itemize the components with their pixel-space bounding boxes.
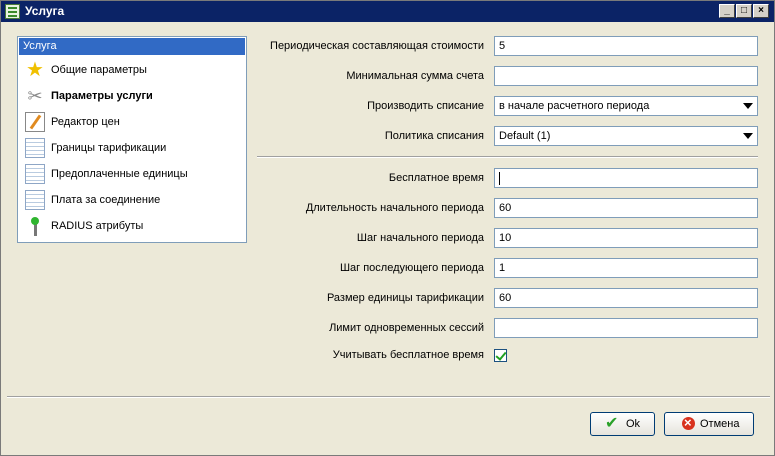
cancel-button[interactable]: Отмена [664,412,754,436]
charge-timing-label: Производить списание [367,100,484,112]
nav-item-label: RADIUS атрибуты [51,220,144,232]
charge-policy-select[interactable]: Default (1) [494,126,758,146]
min-invoice-input[interactable] [494,66,758,86]
window-title: Услуга [25,4,65,18]
cancel-label: Отмена [700,418,740,430]
app-icon [5,4,20,19]
next-step-label: Шаг последующего периода [339,262,484,274]
tools-icon: ✂ [27,86,43,106]
unit-size-label: Размер единицы тарификации [326,292,484,304]
periodic-cost-label: Периодическая составляющая стоимости [270,40,484,52]
nav-item-radius[interactable]: RADIUS атрибуты [22,215,244,239]
initial-duration-label: Длительность начального периода [305,202,484,214]
free-time-input[interactable] [494,168,758,188]
nav-item-price-editor[interactable]: Редактор цен [22,111,244,135]
minimize-button[interactable]: _ [719,4,735,18]
pencil-edit-icon [25,112,45,132]
title-bar[interactable]: Услуга _ □ × [1,1,774,22]
close-button[interactable]: × [753,4,769,18]
chevron-down-icon[interactable] [743,133,753,139]
initial-duration-input[interactable]: 60 [494,198,758,218]
min-invoice-label: Минимальная сумма счета [346,70,484,82]
charge-policy-label: Политика списания [384,130,484,142]
nav-item-label: Редактор цен [51,116,120,128]
form-divider [257,156,758,158]
sheet-icon [25,164,45,184]
nav-item-label: Плата за соединение [51,194,161,206]
antenna-icon [25,216,45,236]
periodic-cost-input[interactable]: 5 [494,36,758,56]
footer-divider [7,396,770,398]
count-free-time-label: Учитывать бесплатное время [332,349,484,361]
sheet-icon [25,138,45,158]
charge-timing-value: в начале расчетного периода [499,100,650,112]
initial-step-input[interactable]: 10 [494,228,758,248]
free-time-label: Бесплатное время [388,172,484,184]
next-step-input[interactable]: 1 [494,258,758,278]
text-cursor [499,172,500,185]
maximize-button[interactable]: □ [736,4,752,18]
charge-policy-value: Default (1) [499,130,551,142]
ok-label: Ok [626,418,641,430]
count-free-time-checkbox[interactable] [494,349,507,362]
session-limit-input[interactable] [494,318,758,338]
unit-size-input[interactable]: 60 [494,288,758,308]
nav-item-general[interactable]: ★ Общие параметры [22,59,244,83]
charge-timing-select[interactable]: в начале расчетного периода [494,96,758,116]
nav-item-label: Параметры услуги [51,90,153,102]
sheet-icon [25,190,45,210]
service-dialog: Услуга _ □ × Услуга ★ Общие параметры ✂ … [0,0,775,456]
nav-item-label: Границы тарификации [51,142,167,154]
nav-item-connection-fee[interactable]: Плата за соединение [22,189,244,213]
nav-item-service-params[interactable]: ✂ Параметры услуги [22,85,244,109]
chevron-down-icon[interactable] [743,103,753,109]
nav-item-label: Предоплаченные единицы [51,168,188,180]
star-icon: ★ [26,59,44,81]
ok-button[interactable]: ✔ Ok [590,412,655,436]
cancel-icon [681,415,697,432]
nav-item-label: Общие параметры [51,64,147,76]
nav-header[interactable]: Услуга [19,38,245,55]
nav-item-prepaid-units[interactable]: Предоплаченные единицы [22,163,244,187]
session-limit-label: Лимит одновременных сессий [329,322,484,334]
checkmark-icon: ✔ [605,415,619,432]
nav-item-billing-bounds[interactable]: Границы тарификации [22,137,244,161]
initial-step-label: Шаг начального периода [356,232,484,244]
section-nav: Услуга ★ Общие параметры ✂ Параметры усл… [17,36,247,243]
